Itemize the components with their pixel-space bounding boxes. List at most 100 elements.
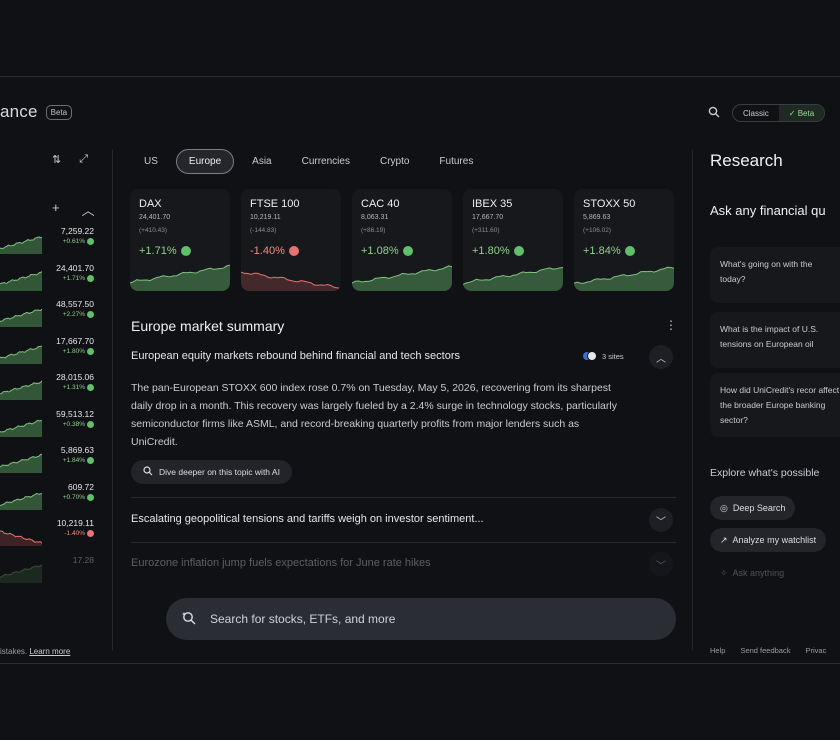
- change-value: +1.31%: [62, 384, 85, 391]
- watchlist-change: +0.70%: [62, 493, 94, 501]
- story-headline-3[interactable]: Eurozone inflation jump fuels expectatio…: [131, 557, 431, 569]
- index-abs-change: (+311.60): [472, 227, 500, 234]
- arrow-up-icon: [624, 246, 635, 256]
- index-card-ftse-100[interactable]: FTSE 100 10,219.11 (-144.83) -1.40%: [241, 189, 341, 291]
- beta-badge: Beta: [45, 104, 73, 120]
- ask-anything-chip[interactable]: ✧ Ask anything: [710, 561, 794, 585]
- tab-europe[interactable]: Europe: [175, 149, 235, 174]
- story-headline-2[interactable]: Escalating geopolitical tensions and tar…: [131, 513, 484, 525]
- tab-crypto[interactable]: Crypto: [368, 150, 421, 173]
- deep-search-icon: ◎: [720, 502, 728, 513]
- watchlist-row[interactable]: 17.28: [0, 555, 96, 585]
- index-abs-change: (+86.19): [361, 227, 386, 234]
- expand-story-2-button[interactable]: ﹀: [649, 508, 673, 532]
- collapse-icon[interactable]: ︿: [82, 200, 95, 219]
- watchlist-row[interactable]: 10,219.11 -1.40%: [0, 518, 96, 548]
- pct-value: +1.84%: [583, 245, 621, 257]
- index-card-ibex-35[interactable]: IBEX 35 17,667.70 (+311.60) +1.80%: [463, 189, 563, 291]
- sites-count: 3 sites: [602, 351, 624, 361]
- footer-links: Help Send feedback Privac: [710, 646, 826, 655]
- watchlist-value: 7,259.22: [60, 226, 94, 236]
- watchlist-row[interactable]: 59,513.12 +0.38%: [0, 409, 96, 439]
- suggested-question-2[interactable]: What is the impact of U.S. tensions on E…: [710, 312, 840, 368]
- watchlist-row[interactable]: 5,869.63 +1.84%: [0, 445, 96, 475]
- watchlist-value: 10,219.11: [56, 518, 94, 528]
- disclaimer-text: istakes.: [0, 647, 28, 656]
- story-headline[interactable]: European equity markets rebound behind f…: [131, 350, 460, 362]
- pct-value: +1.08%: [361, 245, 399, 257]
- collapse-story-button[interactable]: ︿: [649, 345, 673, 369]
- watchlist-value: 17.28: [72, 554, 94, 565]
- suggested-question-1[interactable]: What's going on with the today?: [710, 247, 840, 303]
- add-icon[interactable]: +: [52, 200, 60, 219]
- arrow-up-icon: [513, 246, 524, 256]
- index-card-dax[interactable]: DAX 24,401.70 (+410.43) +1.71%: [130, 189, 230, 291]
- tab-futures[interactable]: Futures: [427, 150, 485, 173]
- tab-us[interactable]: US: [132, 150, 170, 173]
- change-value: +1.84%: [62, 457, 85, 464]
- sources-button[interactable]: 3 sites: [582, 350, 624, 362]
- ask-anything-label: Ask anything: [732, 568, 785, 578]
- classic-toggle[interactable]: Classic: [733, 105, 779, 121]
- help-link[interactable]: Help: [710, 646, 725, 655]
- brand-logo[interactable]: ance Beta: [0, 102, 73, 122]
- sort-icon[interactable]: ⇅: [52, 153, 61, 166]
- sparkline: [0, 564, 42, 583]
- index-card-cac-40[interactable]: CAC 40 8,063.31 (+86.19) +1.08%: [352, 189, 452, 291]
- sparkline: [352, 265, 452, 291]
- index-abs-change: (-144.83): [250, 227, 277, 234]
- watchlist-row[interactable]: 7,259.22 +0.61%: [0, 226, 96, 256]
- trend-icon: ↗: [720, 534, 728, 545]
- brand-wordmark: ance: [0, 102, 38, 121]
- watchlist-change: +0.61%: [63, 238, 94, 245]
- arrow-up-icon: [402, 246, 413, 256]
- story-divider: [131, 497, 676, 498]
- deep-search-chip[interactable]: ◎ Deep Search: [710, 496, 796, 520]
- index-abs-change: (+106.02): [583, 227, 612, 234]
- sparkline: [0, 345, 42, 364]
- change-value: +0.70%: [62, 493, 85, 501]
- watchlist-value: 5,869.63: [60, 445, 94, 455]
- send-feedback-link[interactable]: Send feedback: [740, 646, 790, 655]
- more-options-icon[interactable]: ⋮: [665, 318, 677, 332]
- beta-toggle[interactable]: ✓ Beta: [778, 105, 825, 121]
- sparkle-icon: ✧: [720, 567, 728, 578]
- expand-story-3-button[interactable]: ﹀: [649, 552, 673, 576]
- sparkline: [0, 380, 42, 400]
- watchlist-row[interactable]: 24,401.70 +1.71%: [0, 263, 96, 293]
- index-pct-change: +1.80%: [472, 245, 524, 257]
- search-icon[interactable]: [708, 106, 722, 120]
- watchlist-row[interactable]: 48,557.50 +2.27%: [0, 299, 96, 329]
- privacy-link[interactable]: Privac: [805, 646, 826, 655]
- index-abs-change: (+410.43): [139, 227, 168, 234]
- index-name: STOXX 50: [583, 198, 636, 210]
- watchlist-row[interactable]: 609.72 +0.70%: [0, 482, 96, 512]
- suggested-question-3[interactable]: How did UniCredit's recor affect the bro…: [710, 373, 840, 437]
- watchlist-value: 24,401.70: [56, 262, 94, 273]
- watchlist-row[interactable]: 28,015.06 +1.31%: [0, 372, 96, 402]
- right-divider: [692, 150, 693, 650]
- watchlist-change: -1.40%: [64, 530, 94, 537]
- deep-search-label: Deep Search: [732, 503, 786, 513]
- watchlist-change: +1.31%: [63, 384, 94, 391]
- search-bar[interactable]: Search for stocks, ETFs, and more: [166, 598, 676, 640]
- change-value: -1.40%: [64, 530, 85, 537]
- learn-more-link[interactable]: Learn more: [29, 647, 70, 656]
- tab-asia[interactable]: Asia: [240, 150, 283, 173]
- sparkline: [463, 267, 563, 291]
- index-pct-change: +1.08%: [361, 245, 413, 257]
- watchlist-row[interactable]: 17,667.70 +1.80%: [0, 336, 96, 366]
- index-card-stoxx-50[interactable]: STOXX 50 5,869.63 (+106.02) +1.84%: [574, 189, 674, 291]
- summary-title: Europe market summary: [131, 318, 285, 334]
- chevron-down-icon: ﹀: [656, 516, 666, 528]
- sparkline: [0, 236, 42, 254]
- index-pct-change: +1.71%: [139, 245, 191, 257]
- index-price: 10,219.11: [250, 214, 281, 221]
- expand-icon[interactable]: ⤢: [79, 153, 88, 166]
- market-tabs: US Europe Asia Currencies Crypto Futures: [132, 149, 491, 174]
- left-divider: [112, 150, 113, 650]
- index-price: 8,063.31: [361, 214, 389, 221]
- tab-currencies[interactable]: Currencies: [290, 150, 362, 173]
- analyze-watchlist-chip[interactable]: ↗ Analyze my watchlist: [710, 528, 827, 552]
- dive-deeper-button[interactable]: Dive deeper on this topic with AI: [131, 460, 292, 484]
